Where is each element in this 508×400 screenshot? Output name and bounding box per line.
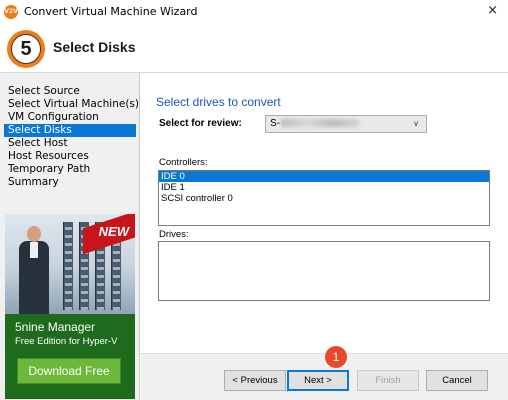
- next-button[interactable]: Next >: [287, 370, 349, 391]
- list-item-ide-1[interactable]: IDE 1: [159, 182, 489, 193]
- wizard-header: 5 Select Disks: [0, 24, 508, 74]
- cancel-button[interactable]: Cancel: [426, 370, 488, 391]
- sidebar-item-temporary-path[interactable]: Temporary Path: [4, 163, 136, 176]
- sidebar-item-vm-configuration[interactable]: VM Configuration: [4, 111, 136, 124]
- chevron-down-icon: ∨: [413, 119, 419, 128]
- wizard-steps: Select Source Select Virtual Machine(s) …: [4, 85, 139, 189]
- step-number-icon: 5: [7, 30, 45, 68]
- review-select-value: S-: [270, 118, 280, 129]
- sidebar-item-select-virtual-machines[interactable]: Select Virtual Machine(s): [4, 98, 139, 111]
- controllers-list[interactable]: IDE 0 IDE 1 SCSI controller 0: [158, 170, 490, 226]
- previous-button[interactable]: < Previous: [224, 370, 286, 391]
- sidebar-item-select-disks[interactable]: Select Disks: [4, 124, 136, 137]
- download-free-button[interactable]: Download Free: [17, 358, 121, 384]
- promo-banner[interactable]: NEW 5nine Manager Free Edition for Hyper…: [5, 214, 135, 399]
- callout-badge: 1: [325, 346, 347, 368]
- drives-list[interactable]: [158, 241, 490, 301]
- sidebar: Select Source Select Virtual Machine(s) …: [0, 73, 140, 400]
- finish-button: Finish: [357, 370, 419, 391]
- section-title: Select drives to convert: [156, 95, 281, 109]
- redacted-value: [281, 119, 359, 128]
- sidebar-item-select-source[interactable]: Select Source: [4, 85, 136, 98]
- promo-subtitle: Free Edition for Hyper-V: [15, 336, 118, 347]
- datacenter-photo: NEW: [5, 214, 135, 314]
- close-icon[interactable]: ×: [487, 3, 498, 18]
- app-icon: V2V: [4, 5, 18, 19]
- list-item-scsi-controller-0[interactable]: SCSI controller 0: [159, 193, 489, 204]
- person-shirt: [30, 242, 38, 258]
- window-title: Convert Virtual Machine Wizard: [24, 5, 198, 18]
- new-badge: NEW: [98, 224, 129, 239]
- review-select[interactable]: S- ∨: [265, 115, 427, 133]
- sidebar-item-select-host[interactable]: Select Host: [4, 137, 136, 150]
- sidebar-item-host-resources[interactable]: Host Resources: [4, 150, 136, 163]
- person-head: [27, 226, 41, 242]
- main-panel: Select drives to convert Select for revi…: [141, 73, 508, 353]
- title-bar: V2V Convert Virtual Machine Wizard ×: [0, 0, 508, 24]
- list-item-ide-0[interactable]: IDE 0: [159, 171, 489, 182]
- review-label: Select for review:: [159, 118, 242, 129]
- sidebar-item-summary[interactable]: Summary: [4, 176, 136, 189]
- step-title: Select Disks: [53, 39, 136, 55]
- step-number: 5: [11, 34, 41, 64]
- drives-label: Drives:: [159, 229, 189, 240]
- server-rack-icon: [63, 222, 73, 310]
- controllers-label: Controllers:: [159, 157, 208, 168]
- promo-product-name: 5nine Manager: [15, 320, 96, 334]
